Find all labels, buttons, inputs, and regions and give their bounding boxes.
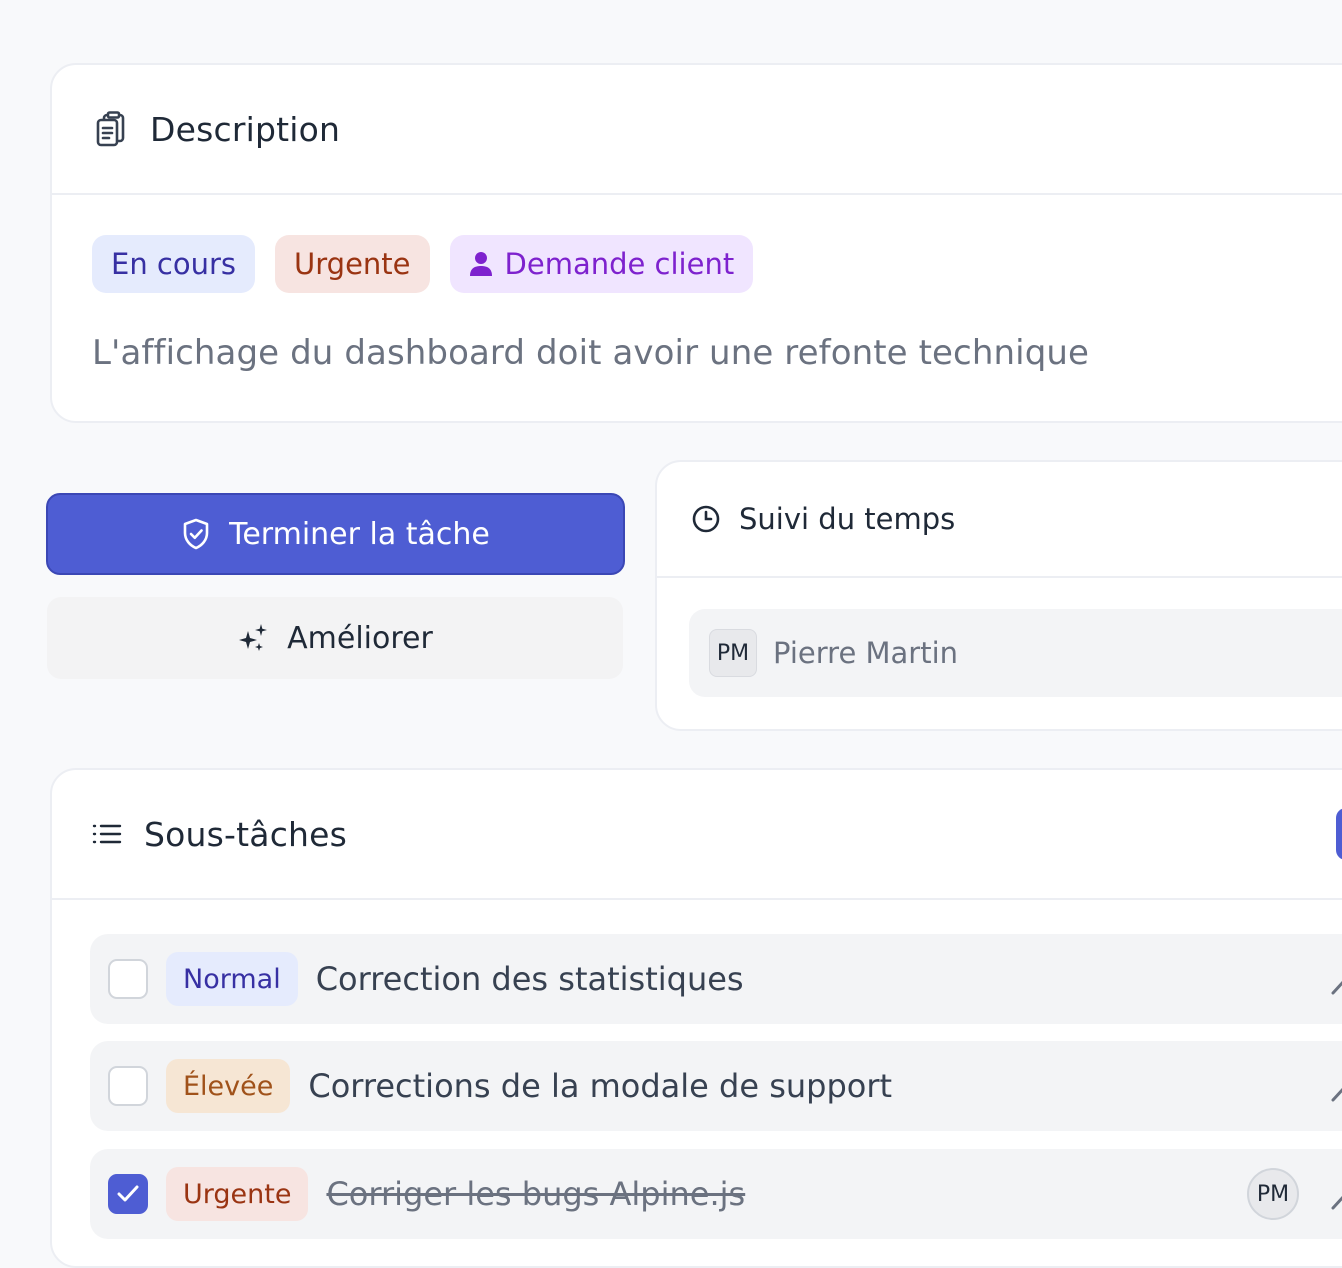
complete-task-label: Terminer la tâche [229,516,490,552]
list-icon [92,822,122,846]
time-tracking-card: Suivi du temps PM Pierre Martin [655,460,1342,731]
subtask-title: Corrections de la modale de support [308,1067,893,1105]
edit-icon[interactable] [1330,1174,1342,1214]
status-badge[interactable]: En cours [92,235,256,293]
description-badges: En cours Urgente Demande client [92,235,754,293]
type-badge-label: Demande client [504,247,735,281]
edit-icon[interactable] [1330,959,1342,999]
time-tracking-user-row[interactable]: PM Pierre Martin [689,609,1342,697]
subtasks-title: Sous-tâches [144,814,348,854]
time-tracking-header: Suivi du temps [657,462,1342,578]
priority-badge[interactable]: Urgente [275,235,430,293]
improve-button[interactable]: Améliorer [47,597,623,679]
time-tracking-title: Suivi du temps [739,502,956,536]
priority-badge: Normal [166,952,298,1006]
description-text: L'affichage du dashboard doit avoir une … [92,333,1090,373]
subtask-title: Corriger les bugs Alpine.js [326,1175,746,1213]
edit-icon[interactable] [1330,1066,1342,1106]
description-card: Description En cours Urgente Demande cli… [50,63,1342,423]
add-subtask-button[interactable] [1336,808,1342,860]
subtask-checkbox[interactable] [108,959,148,999]
subtask-item[interactable]: Urgente Corriger les bugs Alpine.js PM [90,1149,1342,1239]
user-name: Pierre Martin [773,636,959,670]
subtask-title: Correction des statistiques [315,960,744,998]
subtask-item[interactable]: Normal Correction des statistiques [90,934,1342,1024]
description-title: Description [150,109,341,149]
improve-label: Améliorer [287,620,433,656]
description-header: Description [52,65,1342,195]
sparkles-icon [237,622,269,654]
shield-check-icon [181,518,211,550]
avatar: PM [709,629,757,677]
priority-badge: Urgente [166,1167,309,1221]
subtask-checkbox[interactable] [108,1066,148,1106]
subtasks-header: Sous-tâches [52,770,1342,900]
subtask-checkbox[interactable] [108,1174,148,1214]
clipboard-icon [94,111,130,147]
subtask-item[interactable]: Élevée Corrections de la modale de suppo… [90,1041,1342,1131]
check-icon [117,1185,139,1202]
type-badge[interactable]: Demande client [449,235,754,293]
complete-task-button[interactable]: Terminer la tâche [46,493,625,575]
user-icon [469,251,493,277]
clock-icon [691,504,721,534]
subtasks-card: Sous-tâches Normal Correction des statis… [50,768,1342,1268]
priority-badge: Élevée [166,1059,291,1113]
avatar: PM [1247,1168,1299,1220]
